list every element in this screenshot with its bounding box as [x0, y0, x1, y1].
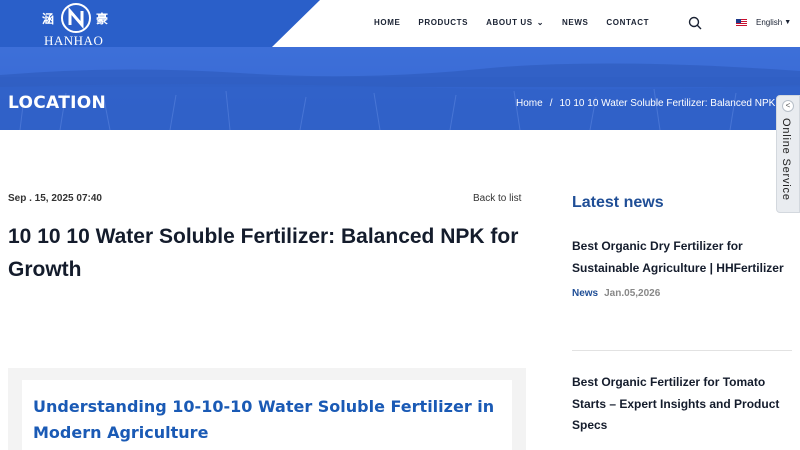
chevron-left-icon[interactable]: < — [782, 100, 794, 112]
section-heading: Understanding 10-10-10 Water Soluble Fer… — [33, 397, 495, 442]
nav-about-us-label: ABOUT US — [486, 18, 533, 27]
news-item[interactable]: Best Organic Dry Fertilizer for Sustaina… — [572, 236, 794, 299]
nav-about-us[interactable]: ABOUT US ⌄ — [486, 18, 544, 27]
news-item-title[interactable]: Best Organic Fertilizer for Tomato Start… — [572, 372, 794, 437]
breadcrumb-current: 10 10 10 Water Soluble Fertilizer: Balan… — [559, 98, 800, 109]
nav-news-label: NEWS — [562, 18, 589, 27]
search-icon[interactable] — [688, 16, 702, 30]
news-date: Jan.05,2026 — [604, 288, 661, 299]
banner-background-image — [0, 47, 800, 130]
site-header: 涵 豪 HANHAO HOME PRODUCTS ABOUT US ⌄ NEWS … — [0, 0, 800, 48]
breadcrumb: Home / 10 10 10 Water Soluble Fertilizer… — [516, 98, 800, 109]
language-selector[interactable]: English ▼ — [736, 18, 791, 27]
nav-news[interactable]: NEWS — [562, 18, 588, 27]
article-date: Sep . 15, 2025 07:40 — [8, 193, 102, 204]
caret-down-icon: ▼ — [784, 19, 792, 26]
latest-news-title: Latest news — [572, 194, 664, 211]
nav-products-label: PRODUCTS — [418, 18, 469, 27]
article-title: 10 10 10 Water Soluble Fertilizer: Balan… — [8, 225, 519, 281]
us-flag-icon — [736, 19, 747, 26]
online-service-label: Online Service — [780, 118, 792, 201]
nav-home-label: HOME — [374, 18, 401, 27]
divider — [572, 350, 792, 351]
content-card: Understanding 10-10-10 Water Soluble Fer… — [22, 380, 512, 450]
news-category-tag[interactable]: News — [572, 288, 598, 299]
nav-contact-label: CONTACT — [606, 18, 650, 27]
logo-cn-right: 豪 — [96, 12, 109, 26]
nav-home[interactable]: HOME — [374, 18, 400, 27]
banner-title: LOCATION — [8, 93, 106, 113]
back-to-list-link[interactable]: Back to list — [473, 193, 521, 204]
nav-contact[interactable]: CONTACT — [606, 18, 649, 27]
logo-cn-left: 涵 — [42, 12, 55, 26]
logo[interactable]: 涵 豪 HANHAO — [40, 2, 120, 48]
main-nav: HOME PRODUCTS ABOUT US ⌄ NEWS CONTACT — [374, 18, 667, 27]
article-content: Understanding 10-10-10 Water Soluble Fer… — [8, 368, 526, 450]
nav-products[interactable]: PRODUCTS — [418, 18, 468, 27]
online-service-tab[interactable]: < Online Service — [776, 95, 800, 213]
logo-emblem-icon — [61, 3, 91, 33]
breadcrumb-home[interactable]: Home — [516, 98, 543, 109]
page-banner: LOCATION Home / 10 10 10 Water Soluble F… — [0, 47, 800, 130]
news-meta: News Jan.05,2026 — [572, 288, 794, 299]
breadcrumb-separator: / — [549, 98, 553, 109]
news-item[interactable]: Best Organic Fertilizer for Tomato Start… — [572, 372, 794, 437]
chevron-down-icon: ⌄ — [536, 18, 544, 27]
news-item-title[interactable]: Best Organic Dry Fertilizer for Sustaina… — [572, 236, 794, 279]
language-label: English — [756, 18, 783, 27]
